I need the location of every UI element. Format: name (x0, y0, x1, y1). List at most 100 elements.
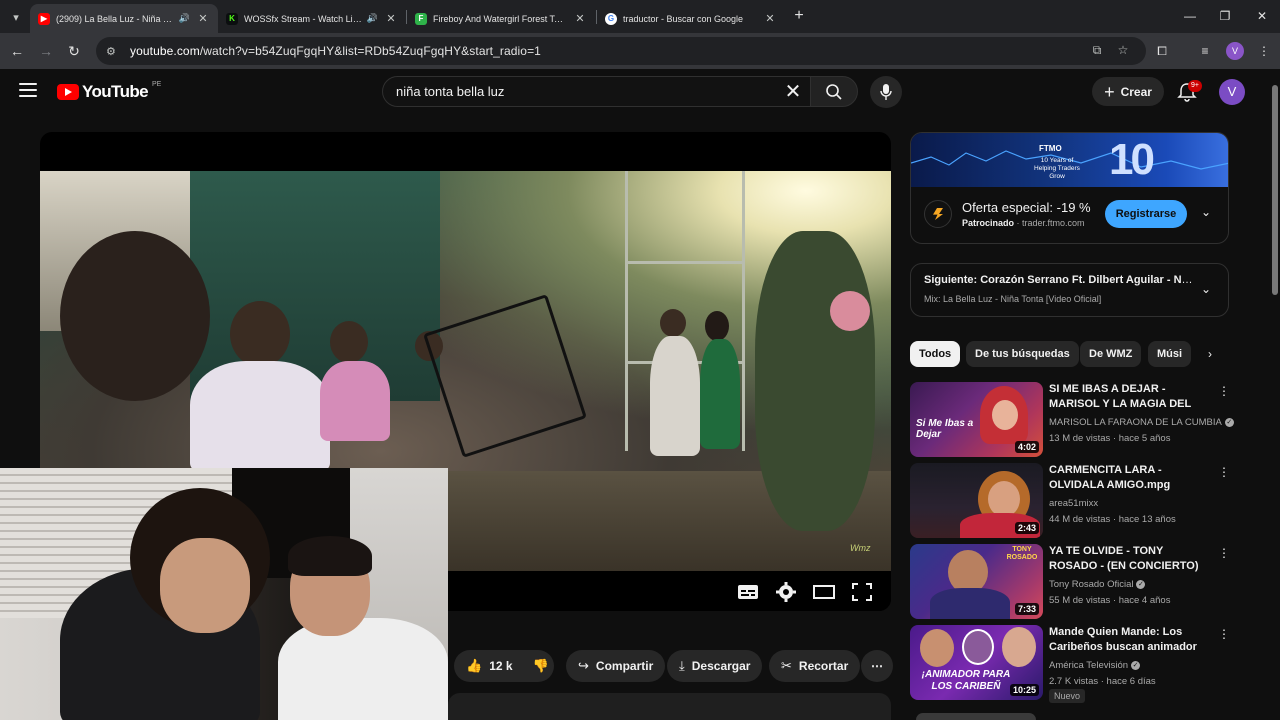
plus-icon: + (1104, 81, 1115, 102)
reload-icon[interactable]: ↻ (63, 40, 85, 62)
browser-tab-kick[interactable]: K WOSSfx Stream - Watch Live on 🔊 ✕ (218, 4, 406, 33)
minimize-icon[interactable]: — (1172, 6, 1208, 26)
sponsored-ad-card[interactable]: FTMO 10 Years of Helping Traders Grow 10… (910, 132, 1229, 244)
list-item[interactable]: ¡ANIMADOR PARA LOS CARIBEÑ 10:25 Mande Q… (910, 625, 1230, 707)
video-thumbnail[interactable]: 2:43 (910, 463, 1043, 538)
page-scrollbar[interactable] (1270, 69, 1280, 720)
close-window-icon[interactable]: ✕ (1244, 6, 1280, 26)
channel-name[interactable]: area51mixx (1049, 498, 1098, 509)
create-button[interactable]: + Crear (1092, 77, 1164, 106)
browser-menu-icon[interactable]: ⋮ (1254, 41, 1274, 61)
more-options-icon[interactable]: ⋮ (1218, 465, 1230, 481)
up-next-title: Siguiente: Corazón Serrano Ft. Dilbert A… (924, 274, 1194, 286)
video-thumbnail[interactable]: ¡ANIMADOR PARA LOS CARIBEÑ 10:25 (910, 625, 1043, 700)
video-duration: 4:02 (1014, 441, 1039, 453)
back-icon[interactable]: ← (6, 40, 28, 62)
more-options-icon[interactable]: ⋮ (1218, 627, 1230, 643)
like-count[interactable]: 12 k (489, 659, 512, 673)
subtitles-icon[interactable] (736, 581, 760, 603)
clip-button[interactable]: ✂ Recortar (769, 650, 861, 682)
download-label: Descargar (691, 659, 751, 673)
list-item[interactable]: Si Me Ibas a Dejar 4:02 SI ME IBAS A DEJ… (910, 382, 1234, 458)
thumbs-down-icon[interactable]: 👎 (533, 658, 549, 674)
settings-gear-icon[interactable] (774, 581, 798, 603)
restore-icon[interactable]: ❐ (1207, 6, 1243, 26)
hamburger-menu-icon[interactable] (19, 83, 37, 97)
youtube-logo[interactable]: YouTube PE (57, 81, 161, 102)
fullscreen-icon[interactable] (850, 581, 874, 603)
new-badge: Nuevo (1049, 689, 1086, 703)
close-tab-icon[interactable]: ✕ (763, 12, 777, 25)
forward-icon[interactable]: → (35, 40, 57, 62)
search-icon (826, 84, 842, 100)
ad-brand-logo: FTMO (1039, 144, 1062, 153)
list-item[interactable]: TONY ROSADO 7:33 YA TE OLVIDE - TONY ROS… (910, 544, 1230, 620)
more-actions-icon[interactable]: ⋯ (861, 650, 893, 682)
chevron-down-icon[interactable]: ⌄ (1201, 205, 1217, 221)
clip-label: Recortar (798, 659, 849, 673)
thumbnail-caption: Si Me Ibas a Dejar (916, 418, 974, 440)
close-tab-icon[interactable]: ✕ (573, 12, 587, 25)
address-bar[interactable]: ⚙ youtube.com/watch?v=b54ZuqFgqHY&list=R… (96, 37, 1146, 65)
chevron-down-icon[interactable]: ⌄ (1201, 282, 1211, 296)
video-dancer (700, 339, 740, 449)
scrollbar-thumb[interactable] (1272, 85, 1278, 295)
channel-name[interactable]: Tony Rosado Oficial ✓ (1049, 579, 1146, 590)
thumbs-up-icon[interactable]: 👍 (466, 658, 482, 674)
browser-profile-avatar[interactable]: V (1226, 42, 1244, 60)
bookmark-star-icon[interactable]: ☆ (1114, 43, 1132, 59)
search-input[interactable]: niña tonta bella luz ✕ (382, 76, 810, 107)
search-button[interactable] (810, 76, 858, 107)
video-thumbnail[interactable]: Si Me Ibas a Dejar 4:02 (910, 382, 1043, 457)
ad-title[interactable]: Oferta especial: -19 % (962, 200, 1091, 215)
tab-search-icon[interactable]: ▾ (6, 7, 26, 27)
thumbnail-singer-face (992, 400, 1018, 430)
browser-tab-youtube[interactable]: ▶ (2909) La Bella Luz - Niña Tonta [ 🔊 ✕ (30, 4, 218, 33)
browser-tab-fireboy[interactable]: F Fireboy And Watergirl Forest Temple ✕ (407, 4, 595, 33)
video-title[interactable]: SI ME IBAS A DEJAR - MARISOL Y LA MAGIA … (1049, 382, 1205, 413)
speaker-icon[interactable]: 🔊 (179, 13, 190, 24)
clear-search-icon[interactable]: ✕ (782, 81, 804, 103)
webcam-person-left-face (160, 538, 250, 633)
close-tab-icon[interactable]: ✕ (384, 12, 398, 25)
ftmo-logo-icon[interactable] (924, 200, 952, 228)
video-title[interactable]: YA TE OLVIDE - TONY ROSADO - (EN CONCIER… (1049, 544, 1205, 574)
verified-check-icon: ✓ (1131, 660, 1141, 670)
chip-from-searches[interactable]: De tus búsquedas (966, 341, 1079, 367)
media-controls-icon[interactable]: ≡ (1195, 41, 1215, 61)
channel-name[interactable]: MARISOL LA FARAONA DE LA CUMBIA ✓ (1049, 417, 1234, 428)
register-button[interactable]: Registrarse (1105, 200, 1187, 228)
tab-title: Fireboy And Watergirl Forest Temple (433, 13, 567, 24)
site-info-icon[interactable]: ⚙ (106, 45, 124, 58)
download-button[interactable]: ⤓ Descargar (667, 650, 763, 682)
video-title[interactable]: Mande Quien Mande: Los Caribeños buscan … (1049, 625, 1205, 656)
game-favicon-icon: F (415, 12, 427, 25)
chip-all[interactable]: Todos (910, 341, 961, 367)
theater-mode-icon[interactable] (812, 581, 836, 603)
account-avatar[interactable]: V (1219, 79, 1245, 105)
chip-music[interactable]: Músi (1148, 341, 1192, 367)
share-button[interactable]: ↪ Compartir (566, 650, 666, 682)
browser-tab-google[interactable]: G traductor - Buscar con Google ✕ (597, 4, 785, 33)
ad-banner-number: 10 (1109, 135, 1155, 184)
list-item[interactable]: 2:43 CARMENCITA LARA - OLVIDALA AMIGO.mp… (910, 463, 1230, 539)
chevron-right-icon[interactable]: › (1200, 344, 1220, 364)
tab-title: WOSSfx Stream - Watch Live on (244, 13, 363, 24)
close-tab-icon[interactable]: ✕ (196, 12, 210, 25)
video-watermark: Wmz (850, 543, 871, 553)
channel-name[interactable]: América Televisión ✓ (1049, 660, 1141, 671)
more-options-icon[interactable]: ⋮ (1218, 546, 1230, 562)
voice-search-button[interactable] (870, 76, 902, 108)
install-app-icon[interactable]: ⧉ (1088, 43, 1106, 59)
video-title[interactable]: CARMENCITA LARA - OLVIDALA AMIGO.mpg (1049, 463, 1205, 493)
more-options-icon[interactable]: ⋮ (1218, 384, 1230, 400)
extensions-icon[interactable]: ⧠ (1152, 41, 1172, 61)
next-thumbnail-peek[interactable] (916, 713, 1036, 720)
video-thumbnail[interactable]: TONY ROSADO 7:33 (910, 544, 1043, 619)
chip-from-wmz[interactable]: De WMZ (1080, 341, 1142, 367)
ad-banner-image[interactable]: FTMO 10 Years of Helping Traders Grow 10 (911, 133, 1228, 187)
new-tab-icon[interactable]: + (790, 7, 808, 25)
speaker-icon[interactable]: 🔊 (367, 13, 378, 24)
up-next-card[interactable]: Siguiente: Corazón Serrano Ft. Dilbert A… (910, 263, 1229, 317)
description-box[interactable] (448, 693, 891, 720)
